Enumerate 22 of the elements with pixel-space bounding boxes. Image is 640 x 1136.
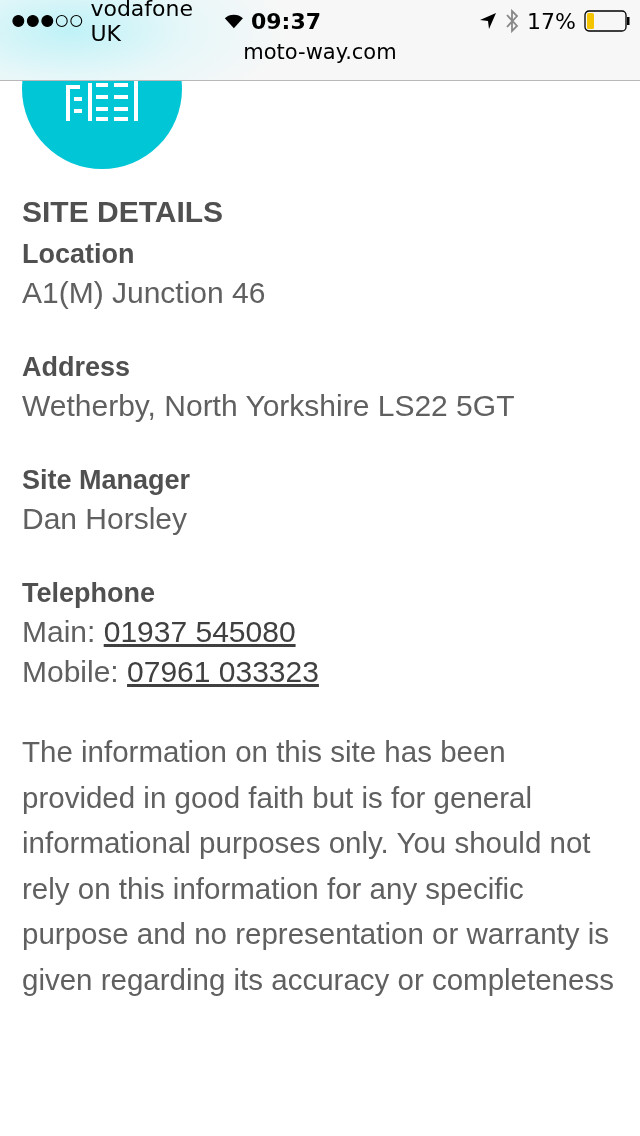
field-label: Telephone xyxy=(22,578,156,609)
clock-time: 09:37 xyxy=(250,8,321,34)
phone-line: Main: 01937 545080 xyxy=(22,615,297,649)
section-heading: SITE DETAILS xyxy=(22,195,225,229)
field-value: A1(M) Junction 46 xyxy=(22,276,267,310)
field-label: Location xyxy=(22,239,136,270)
phone-link[interactable]: 07961 033323 xyxy=(127,655,319,688)
phone-line: Mobile: 07961 033323 xyxy=(22,655,320,689)
phone-link[interactable]: 01937 545080 xyxy=(103,615,296,648)
battery-percentage: 17% xyxy=(527,8,576,34)
wifi-icon xyxy=(223,12,245,30)
field-label: Site Manager xyxy=(22,465,192,496)
bluetooth-icon xyxy=(505,9,520,33)
field-value: Wetherby, North Yorkshire LS22 5GT xyxy=(22,389,516,423)
url-text[interactable]: moto-way.com xyxy=(243,40,397,64)
location-arrow-icon xyxy=(479,12,498,30)
disclaimer-text: The information on this site has been provided in good faith but is for general informational purposes only. You should not rely on this information for any specific purpose and no representation or warranty is given regarding its accuracy or completeness xyxy=(22,734,615,998)
battery-icon xyxy=(584,10,630,32)
carrier-name: vodafone UK xyxy=(90,0,194,46)
signal-icon xyxy=(12,14,85,28)
field-value: Dan Horsley xyxy=(22,502,189,536)
field-label: Address xyxy=(22,352,132,383)
